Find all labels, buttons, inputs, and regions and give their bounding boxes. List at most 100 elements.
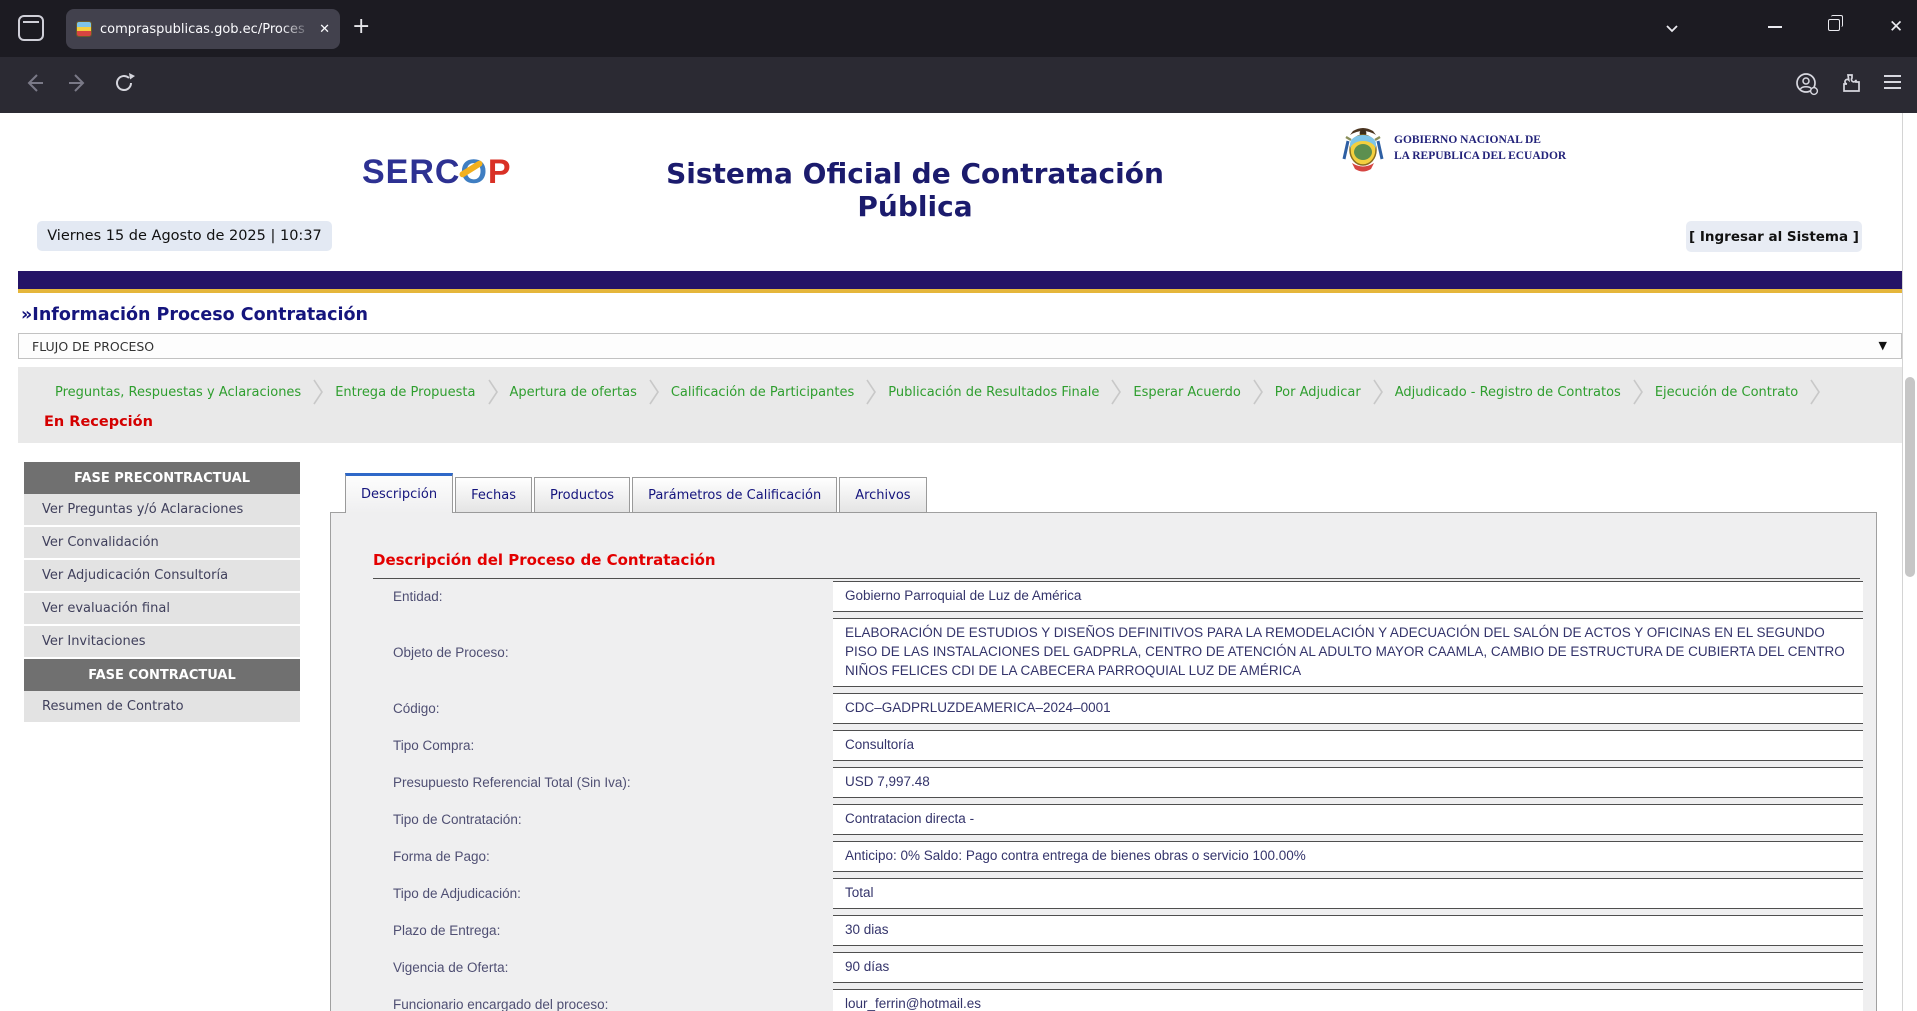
- sidebar-header-contractual: FASE CONTRACTUAL: [24, 659, 300, 691]
- row-value: 30 dias: [833, 915, 1863, 946]
- table-row: Tipo de Adjudicación:Total: [393, 878, 1863, 909]
- row-value: Anticipo: 0% Saldo: Pago contra entrega …: [833, 841, 1863, 872]
- list-tabs-chevron-icon[interactable]: [1664, 20, 1680, 36]
- account-icon[interactable]: [1794, 71, 1820, 97]
- back-icon[interactable]: [22, 71, 46, 95]
- forward-icon[interactable]: [66, 71, 90, 95]
- step-separator-icon: [487, 378, 499, 406]
- dropdown-caret-icon: ▼: [1879, 339, 1887, 352]
- tab-descripcion[interactable]: Descripción: [345, 473, 453, 513]
- row-value: lour_ferrin@hotmail.es: [833, 989, 1863, 1011]
- step-separator-icon: [1632, 378, 1644, 406]
- page-content: SERCOP Sistema Oficial de Contratación P…: [0, 113, 1903, 1011]
- reload-icon[interactable]: [112, 71, 136, 95]
- ecuador-coat-of-arms-icon: [1340, 125, 1386, 173]
- step-item: Ejecución de Contrato: [1644, 385, 1809, 400]
- tab-archivos[interactable]: Archivos: [839, 477, 926, 513]
- row-value: ELABORACIÓN DE ESTUDIOS Y DISEÑOS DEFINI…: [833, 618, 1863, 687]
- browser-window: compraspublicas.gob.ec/Proces ✕ + ✕ www.…: [0, 0, 1917, 1011]
- table-row: Funcionario encargado del proceso:lour_f…: [393, 989, 1863, 1011]
- sercop-logo: SERCOP: [362, 153, 512, 192]
- description-heading: Descripción del Proceso de Contratación: [373, 551, 1860, 579]
- table-row: Objeto de Proceso:ELABORACIÓN DE ESTUDIO…: [393, 618, 1863, 687]
- browser-tab[interactable]: compraspublicas.gob.ec/Proces ✕: [66, 9, 340, 49]
- row-value: Consultoría: [833, 730, 1863, 761]
- sidebar-header-precontractual: FASE PRECONTRACTUAL: [24, 462, 300, 494]
- step-separator-icon: [865, 378, 877, 406]
- tab-fechas[interactable]: Fechas: [455, 477, 532, 513]
- close-window-button[interactable]: ✕: [1889, 17, 1903, 37]
- table-row: Código:CDC–GADPRLUZDEAMERICA–2024–0001: [393, 693, 1863, 724]
- browser-tab-strip: compraspublicas.gob.ec/Proces ✕ + ✕: [0, 0, 1917, 57]
- step-item: Calificación de Participantes: [660, 385, 865, 400]
- row-label: Código:: [393, 701, 833, 716]
- tab-productos[interactable]: Productos: [534, 477, 630, 513]
- row-label: Tipo Compra:: [393, 738, 833, 753]
- step-item: Por Adjudicar: [1264, 385, 1372, 400]
- step-item: Preguntas, Respuestas y Aclaraciones: [44, 385, 312, 400]
- step-item: Apertura de ofertas: [499, 385, 648, 400]
- sidebar-item-ver-preguntas[interactable]: Ver Preguntas y/ó Aclaraciones: [24, 494, 300, 527]
- row-label: Funcionario encargado del proceso:: [393, 997, 833, 1011]
- menu-hamburger-icon[interactable]: [1884, 75, 1901, 89]
- tab-title: compraspublicas.gob.ec/Proces: [100, 22, 313, 37]
- step-item: Adjudicado - Registro de Contratos: [1384, 385, 1632, 400]
- site-favicon-icon: [76, 21, 92, 37]
- step-item: Publicación de Resultados Finale: [877, 385, 1110, 400]
- restore-button[interactable]: [1828, 19, 1840, 31]
- page-title: Sistema Oficial de Contratación Pública: [615, 157, 1215, 223]
- status-en-recepcion: En Recepción: [44, 414, 153, 430]
- step-separator-icon: [1252, 378, 1264, 406]
- navy-divider-bar: [18, 271, 1902, 293]
- table-row: Forma de Pago:Anticipo: 0% Saldo: Pago c…: [393, 841, 1863, 872]
- process-steps: Preguntas, Respuestas y Aclaraciones Ent…: [18, 367, 1902, 406]
- table-row: Entidad:Gobierno Parroquial de Luz de Am…: [393, 581, 1863, 612]
- sidebar-item-ver-convalidacion[interactable]: Ver Convalidación: [24, 527, 300, 560]
- process-flow-label: FLUJO DE PROCESO: [32, 339, 154, 354]
- logo-serc: SERC: [362, 153, 460, 191]
- tab-parametros[interactable]: Parámetros de Calificación: [632, 477, 837, 513]
- detail-tabs: Descripción Fechas Productos Parámetros …: [345, 473, 929, 513]
- row-label: Tipo de Contratación:: [393, 812, 833, 827]
- new-tab-button[interactable]: +: [352, 14, 370, 40]
- step-separator-icon: [648, 378, 660, 406]
- row-label: Objeto de Proceso:: [393, 645, 833, 660]
- sidebar-item-resumen-contrato[interactable]: Resumen de Contrato: [24, 691, 300, 724]
- step-separator-icon: [1809, 378, 1821, 406]
- table-row: Plazo de Entrega:30 dias: [393, 915, 1863, 946]
- step-separator-icon: [1110, 378, 1122, 406]
- row-label: Plazo de Entrega:: [393, 923, 833, 938]
- tab-close-icon[interactable]: ✕: [319, 22, 330, 37]
- table-row: Vigencia de Oferta:90 días: [393, 952, 1863, 983]
- government-logo: GOBIERNO NACIONAL DE LA REPUBLICA DEL EC…: [1340, 125, 1566, 173]
- section-title: »Información Proceso Contratación: [21, 305, 368, 325]
- step-separator-icon: [312, 378, 324, 406]
- table-row: Presupuesto Referencial Total (Sin Iva):…: [393, 767, 1863, 798]
- step-item: Entrega de Propuesta: [324, 385, 486, 400]
- sidebar-item-ver-adjudicacion[interactable]: Ver Adjudicación Consultoría: [24, 560, 300, 593]
- table-row: Tipo de Contratación:Contratacion direct…: [393, 804, 1863, 835]
- sidebar-item-ver-evaluacion[interactable]: Ver evaluación final: [24, 593, 300, 626]
- gov-line2: LA REPUBLICA DEL ECUADOR: [1394, 149, 1566, 165]
- row-value: Total: [833, 878, 1863, 909]
- row-value: CDC–GADPRLUZDEAMERICA–2024–0001: [833, 693, 1863, 724]
- row-value: Gobierno Parroquial de Luz de América: [833, 581, 1863, 612]
- sidebar-item-ver-invitaciones[interactable]: Ver Invitaciones: [24, 626, 300, 659]
- firefox-view-icon[interactable]: [18, 15, 44, 41]
- row-label: Forma de Pago:: [393, 849, 833, 864]
- row-label: Tipo de Adjudicación:: [393, 886, 833, 901]
- sidebar: FASE PRECONTRACTUAL Ver Preguntas y/ó Ac…: [24, 462, 300, 724]
- description-panel: Descripción del Proceso de Contratación …: [330, 512, 1877, 1011]
- row-label: Presupuesto Referencial Total (Sin Iva):: [393, 775, 833, 790]
- extensions-puzzle-icon[interactable]: [1839, 71, 1863, 95]
- page-scrollbar[interactable]: [1902, 113, 1917, 1011]
- login-button[interactable]: [ Ingresar al Sistema ]: [1686, 221, 1862, 252]
- description-table: Entidad:Gobierno Parroquial de Luz de Am…: [393, 581, 1863, 1011]
- table-row: Tipo Compra:Consultoría: [393, 730, 1863, 761]
- minimize-button[interactable]: [1768, 26, 1782, 28]
- browser-navbar: www.compraspublicas.gob.ec/ProcesoContra…: [0, 57, 1917, 113]
- process-flow-dropdown[interactable]: FLUJO DE PROCESO ▼: [18, 333, 1902, 359]
- scrollbar-thumb[interactable]: [1905, 377, 1915, 577]
- row-value: Contratacion directa -: [833, 804, 1863, 835]
- logo-p: P: [488, 153, 512, 191]
